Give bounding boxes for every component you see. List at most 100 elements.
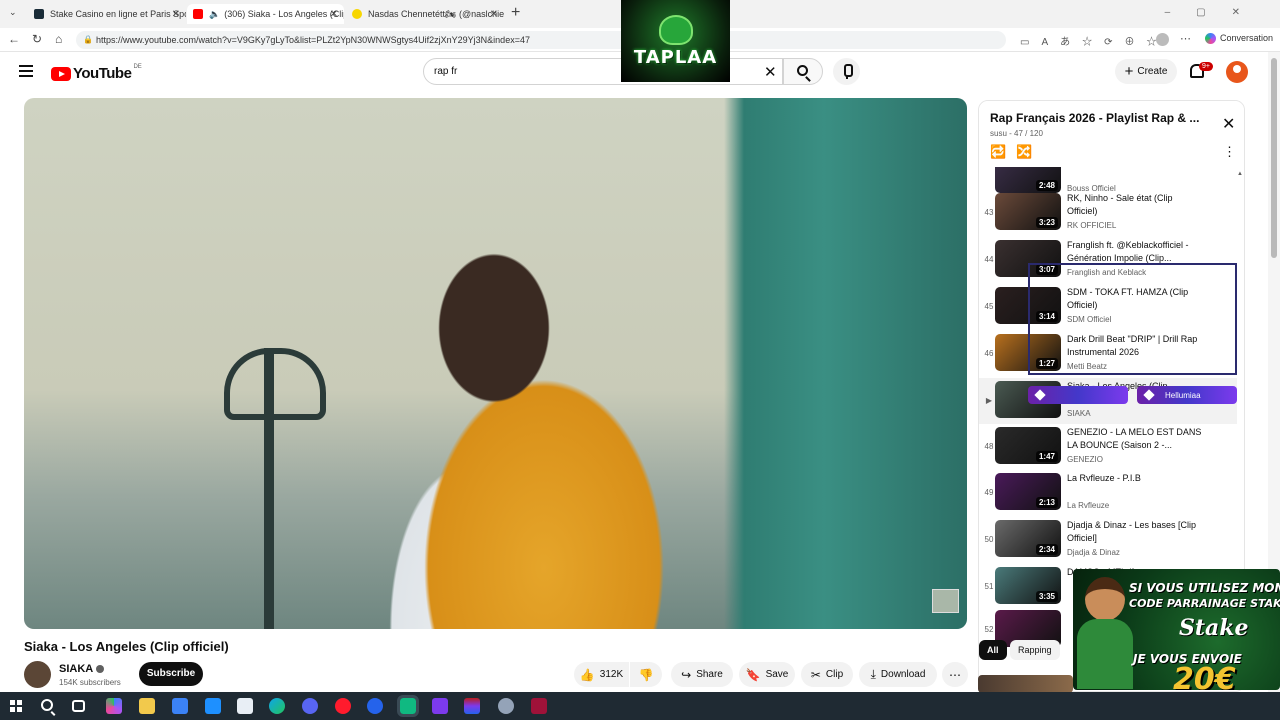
new-tab-icon[interactable]: + [511,4,520,22]
playlist-item[interactable]: 49 2:13 La Rvfleuze - P.I.B La Rvfleuze [979,470,1237,516]
bookmark-icon: 🔖 [745,667,761,682]
video-player[interactable] [24,98,967,629]
playlist-item-channel: GENEZIO [1067,455,1104,464]
download-button[interactable]: ⤓ Download [859,662,937,687]
create-button[interactable]: + Create [1115,59,1177,84]
back-icon[interactable]: ← [8,32,20,46]
playlist-more-icon[interactable]: ⋮ [1223,144,1236,160]
playlist-item-thumbnail[interactable]: 1:47 [995,427,1061,464]
playlist-item-channel: SIAKA [1067,409,1091,418]
playlist-item-thumbnail[interactable]: 3:23 [995,193,1061,230]
url-field[interactable]: 🔒 https://www.youtube.com/watch?v=V9GKy7… [76,31,1006,49]
search-icon [797,65,808,76]
playlist-item-title[interactable]: RK, Ninho - Sale état (Clip Officiel) [1067,192,1205,218]
close-tab-icon[interactable]: ✕ [172,9,180,20]
close-playlist-icon[interactable]: ✕ [1222,114,1235,134]
steam-icon[interactable] [498,698,514,714]
youtube-wordmark: YouTube [73,65,132,82]
playlist-item[interactable]: 43 3:23 RK, Ninho - Sale état (Clip Offici… [979,190,1237,236]
channel-name[interactable]: SIAKA [59,663,105,675]
user-avatar[interactable] [1226,61,1248,83]
playlist-item-title[interactable]: Franglish ft. @Keblackofficiel - Générat… [1067,239,1205,265]
close-tab-icon[interactable]: ✕ [490,9,498,20]
windows-taskbar [0,692,1280,720]
playlist-item-title[interactable]: Djadja & Dinaz - Les bases [Clip Officie… [1067,519,1205,545]
close-tab-icon[interactable]: ✕ [330,9,338,20]
copilot-app-icon[interactable] [106,698,122,714]
channel-avatar[interactable] [24,661,51,688]
obs-icon[interactable] [531,698,547,714]
tab-youtube[interactable]: 🔈 (306) Siaka - Los Angeles (Clip ✕ [187,4,344,24]
home-icon[interactable]: ⌂ [55,32,62,46]
grid-app-icon[interactable] [432,698,448,714]
loop-icon[interactable]: 🔁 [990,144,1006,160]
recommended-thumbnail[interactable] [978,675,1073,693]
more-menu-icon[interactable]: ⋯ [1180,32,1191,45]
playlist-item-index: 45 [984,302,994,311]
subscribe-button[interactable]: Subscribe [139,662,203,686]
playlist-item-index: ▶ [985,396,993,405]
playlist-item-title[interactable]: La Rvfleuze - P.I.B [1067,472,1205,485]
store-icon[interactable] [172,698,188,714]
playlist-item[interactable]: 50 2:34 Djadja & Dinaz - Les bases [Clip O… [979,517,1237,563]
youtube-favicon-icon [193,9,203,19]
share-button[interactable]: ↪ Share [671,662,733,687]
winrar-icon[interactable] [464,698,480,714]
tab-list-chevron-icon[interactable]: ⌄ [9,7,17,18]
like-button[interactable]: 👍 312K [574,662,629,687]
task-view-icon[interactable] [72,700,85,712]
voice-search-icon[interactable] [833,58,860,85]
tab-stake[interactable]: Stake Casino en ligne et Paris Spo ✕ [28,4,186,24]
playlist-item-thumbnail[interactable]: 2:34 [995,520,1061,557]
playlist-item-title[interactable]: GENEZIO - LA MELO EST DANS LA BOUNCE (Sa… [1067,426,1205,452]
shuffle-icon[interactable]: 🔀 [1016,144,1032,160]
mail-icon[interactable] [205,698,221,714]
search-value: rap fr [434,66,458,77]
share-label: Share [696,669,723,680]
more-actions-button[interactable]: ⋯ [942,662,968,687]
edge-icon[interactable] [269,698,285,714]
active-app-icon[interactable] [397,695,419,717]
menu-icon[interactable] [19,65,33,77]
playlist-item-thumbnail[interactable]: 2:13 [995,473,1061,510]
app-icon[interactable] [367,698,383,714]
audio-icon[interactable]: 🔈 [209,9,220,20]
playlist-title[interactable]: Rap Français 2026 - Playlist Rap & ... [990,111,1210,125]
playlist-item-index: 44 [984,255,994,264]
channel-name-text: SIAKA [59,663,94,675]
window-controls[interactable]: –▢✕ [1165,7,1266,18]
discord-icon[interactable] [302,698,318,714]
windows-start-icon[interactable] [10,700,22,712]
duration-badge: 1:47 [1035,451,1058,462]
taskbar-search-icon[interactable] [41,699,53,711]
dislike-button[interactable]: 👎 [630,662,662,687]
save-button[interactable]: 🔖 Save [739,662,795,687]
scrollbar-thumb[interactable] [1271,58,1277,258]
tab-title: (306) Siaka - Los Angeles (Clip [224,9,344,19]
profile-icon[interactable] [1156,33,1169,46]
playlist-item-index: 52 [984,625,994,634]
chip-all[interactable]: All [979,640,1007,660]
clear-search-icon[interactable]: ✕ [764,63,777,81]
refresh-icon[interactable]: ↻ [32,32,42,46]
stream-badge-right: Hellumiaa [1137,386,1237,404]
promo-line-2: CODE PARRAINAGE STAKE [1129,597,1280,610]
notepad-icon[interactable] [237,698,253,714]
file-explorer-icon[interactable] [139,698,155,714]
thumbs-down-icon: 👎 [638,667,654,682]
playlist-scroll-up-icon[interactable]: ▲ [1237,171,1243,177]
playlist-item[interactable]: 48 1:47 GENEZIO - LA MELO EST DANS LA BOUN… [979,424,1237,470]
copilot-button[interactable]: Conversation [1205,33,1273,45]
mini-preview [932,589,959,613]
clip-button[interactable]: ✂ Clip [801,662,853,687]
opera-icon[interactable] [335,698,351,714]
tab-twitch[interactable]: Nasdas Chennetétt🏍 (@naslchier ✕ [346,4,504,24]
duration-badge: 3:23 [1035,217,1058,228]
playlist-item-thumbnail[interactable]: 3:35 [995,567,1061,604]
youtube-logo[interactable]: YouTube DE [51,64,142,82]
chip-rapping[interactable]: Rapping [1010,640,1060,660]
like-count: 312K [599,669,624,680]
browser-toolbar-icons[interactable]: ▭Aあ☆⟳⊕☆ [1020,33,1169,48]
playlist-item-index: 49 [984,488,994,497]
search-button[interactable] [783,58,823,85]
